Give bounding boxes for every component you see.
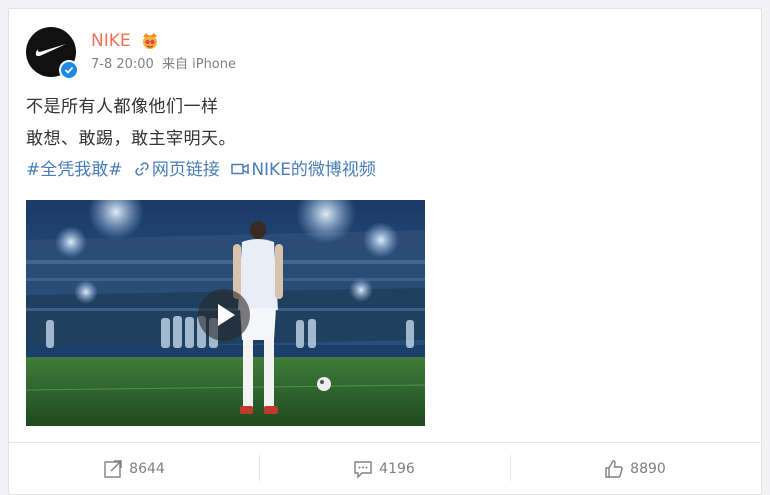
web-link[interactable]: 网页链接 bbox=[134, 159, 220, 181]
post-source: 来自 iPhone bbox=[161, 57, 236, 72]
web-link-label: 网页链接 bbox=[151, 160, 220, 180]
comment-button[interactable]: 4196 bbox=[259, 443, 509, 495]
play-icon bbox=[218, 304, 235, 326]
like-icon bbox=[605, 460, 623, 478]
comment-count: 4196 bbox=[379, 461, 415, 477]
post-actions-bar: 8644 4196 8890 bbox=[9, 442, 761, 495]
repost-button[interactable]: 8644 bbox=[9, 443, 259, 495]
hashtag-link[interactable]: #全凭我敢# bbox=[26, 159, 123, 181]
repost-count: 8644 bbox=[129, 461, 165, 477]
video-link-label: NIKE的微博视频 bbox=[251, 160, 376, 180]
like-button[interactable]: 8890 bbox=[510, 443, 760, 495]
weibo-post-card: NIKE 7-8 20:00 来自 iPhone 不是所有人都像他们一样 敢想、… bbox=[8, 8, 762, 495]
play-button[interactable] bbox=[198, 289, 250, 341]
comment-icon bbox=[354, 461, 372, 479]
post-text-line-1: 不是所有人都像他们一样 bbox=[26, 97, 219, 117]
video-icon bbox=[231, 163, 250, 175]
video-thumbnail[interactable] bbox=[26, 200, 425, 426]
link-icon bbox=[135, 162, 149, 176]
video-link[interactable]: NIKE的微博视频 bbox=[231, 159, 376, 181]
vip-crown-icon[interactable] bbox=[140, 32, 160, 49]
post-timestamp[interactable]: 7-8 20:00 bbox=[91, 57, 154, 72]
username[interactable]: NIKE bbox=[91, 31, 131, 51]
like-count: 8890 bbox=[630, 461, 666, 477]
post-links: #全凭我敢# 网页链接 NIKE的微博视频 bbox=[26, 159, 382, 181]
repost-icon bbox=[104, 460, 122, 478]
post-meta: 7-8 20:00 来自 iPhone bbox=[91, 57, 240, 73]
nike-swoosh-icon bbox=[35, 44, 66, 57]
verified-icon bbox=[59, 60, 79, 80]
post-text-line-2: 敢想、敢踢，敢主宰明天。 bbox=[26, 129, 236, 149]
